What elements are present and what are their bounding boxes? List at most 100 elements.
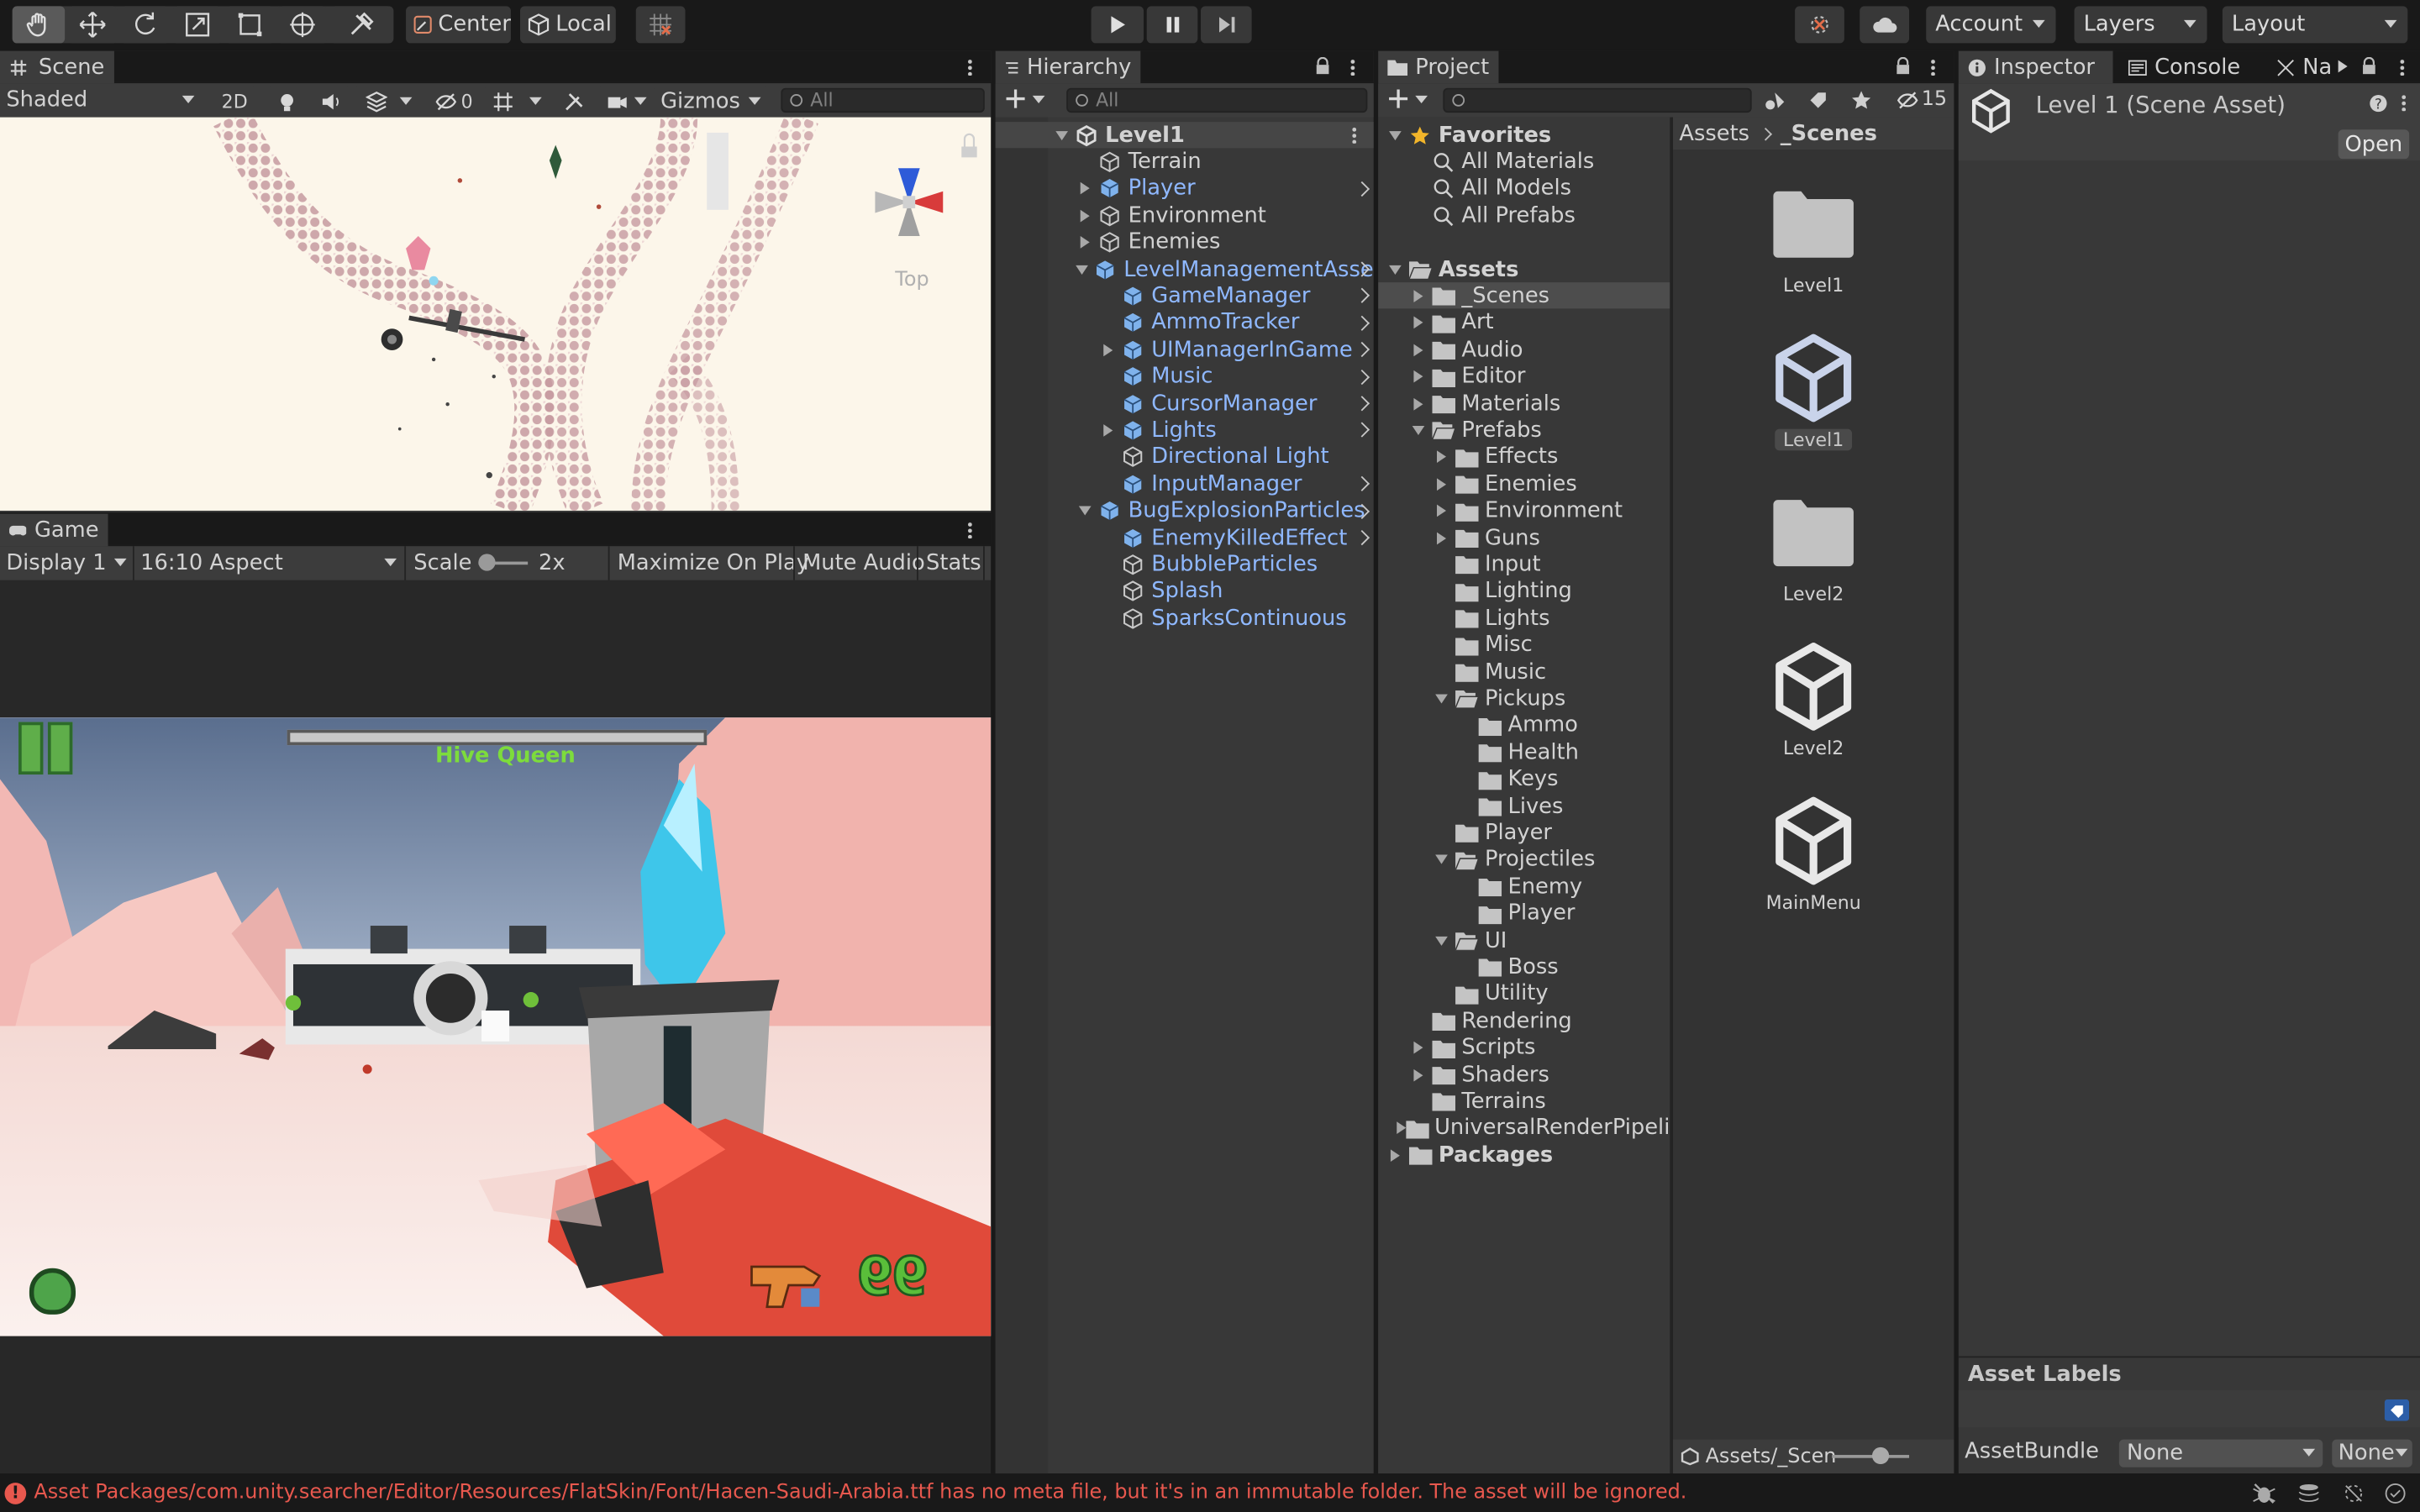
pause-button[interactable] [1146,6,1198,44]
collapse-arrow-icon[interactable] [1407,396,1429,410]
asset-bundle-dropdown[interactable]: None [2118,1439,2323,1467]
debug-icon[interactable] [2252,1483,2276,1504]
icon-size-slider[interactable] [1832,1446,1910,1465]
tab-scene[interactable]: Scene [0,50,114,84]
display-dropdown[interactable]: Display 1 [6,549,129,577]
project-tree-item[interactable]: Prefabs [1378,417,1670,444]
hierarchy-item[interactable]: EnemyKilledEffect [996,524,1374,550]
asset-tile[interactable]: Level2 [1728,638,1898,785]
expand-arrow-icon[interactable] [1431,694,1453,704]
open-prefab-chevron-icon[interactable] [1354,288,1370,304]
hierarchy-item[interactable]: Player [996,176,1374,202]
hidden-objects-toggle[interactable]: 0 [429,86,479,116]
project-tree-item[interactable]: Lights [1378,605,1670,631]
game-menu-icon[interactable] [967,521,973,539]
status-bar[interactable]: ! Asset Packages/com.unity.searcher/Edit… [0,1474,2420,1512]
collab-button[interactable] [1795,6,1844,44]
expand-arrow-icon[interactable] [1071,265,1092,275]
cloud-button[interactable] [1860,6,1910,44]
hierarchy-item[interactable]: AmmoTracker [996,310,1374,336]
hierarchy-item[interactable]: Splash [996,578,1374,604]
lighting-toggle[interactable] [268,86,306,116]
open-prefab-chevron-icon[interactable] [1354,369,1370,385]
project-menu-icon[interactable] [1930,58,1936,76]
layout-dropdown[interactable]: Layout [2222,6,2408,44]
project-tree-item[interactable]: Projectiles [1378,847,1670,873]
asset-tile[interactable]: Level1 [1728,175,1898,323]
project-tree-item[interactable]: Lighting [1378,578,1670,604]
filter-type-icon[interactable] [1764,90,1786,112]
asset-tile[interactable]: MainMenu [1728,791,1898,939]
project-tree-item[interactable]: All Models [1378,176,1670,202]
star-icon[interactable] [1850,90,1872,112]
project-tree-item[interactable]: Misc [1378,632,1670,658]
label-tag-icon[interactable] [1807,90,1829,112]
help-icon[interactable]: ? [2369,94,2387,113]
tab-game[interactable]: Game [0,513,108,547]
lock-icon[interactable] [1313,56,1332,76]
hierarchy-item[interactable]: Environment [996,202,1374,228]
project-tree-item[interactable]: Pickups [1378,685,1670,711]
project-create-button[interactable] [1387,88,1428,110]
project-tree-item[interactable]: Player [1378,820,1670,846]
project-tree-item[interactable]: Scripts [1378,1035,1670,1061]
hierarchy-item[interactable]: Music [996,364,1374,390]
project-tree-item[interactable]: Enemy [1378,874,1670,900]
project-tree-item[interactable]: Guns [1378,524,1670,550]
hierarchy-item[interactable]: UIManagerInGame [996,337,1374,363]
project-tree-item[interactable]: Boss [1378,954,1670,980]
grid-snapping-button[interactable] [635,6,686,44]
project-hidden-toggle[interactable]: 15 [1897,88,1947,111]
step-button[interactable] [1200,6,1252,44]
project-tree-item[interactable]: Shaders [1378,1062,1670,1088]
move-tool-icon[interactable] [67,6,118,44]
aspect-dropdown[interactable]: 16:10 Aspect [140,549,400,577]
expand-arrow-icon[interactable] [1385,130,1407,140]
scene-options-icon[interactable] [1351,126,1357,144]
pivot-center-button[interactable]: Center [406,6,511,44]
tab-console[interactable]: Console [2119,51,2252,84]
hierarchy-item[interactable]: CursorManager [996,391,1374,417]
expand-arrow-icon[interactable] [1431,935,1453,945]
open-button[interactable]: Open [2338,129,2410,160]
hierarchy-item[interactable]: Enemies [996,229,1374,255]
tab-hierarchy[interactable]: Hierarchy [995,50,1141,84]
gizmos-dropdown[interactable]: Gizmos [655,86,767,116]
open-prefab-chevron-icon[interactable] [1354,396,1370,412]
audio-toggle[interactable] [312,86,350,116]
collapse-arrow-icon[interactable] [1074,236,1096,249]
cache-server-icon[interactable] [2296,1483,2321,1504]
project-tree-item[interactable]: Effects [1378,444,1670,470]
open-prefab-chevron-icon[interactable] [1354,476,1370,492]
stats-toggle[interactable]: Stats [926,551,981,575]
tab-project[interactable]: Project [1378,50,1499,84]
progress-check-icon[interactable] [2385,1483,2407,1504]
layers-dropdown[interactable]: Layers [2074,6,2207,44]
expand-arrow-icon[interactable] [1431,855,1453,865]
play-button[interactable] [1091,6,1144,44]
tools-toggle[interactable] [555,86,593,116]
scene-search-input[interactable]: All [781,87,985,113]
project-tree-item[interactable]: Art [1378,310,1670,336]
collapse-arrow-icon[interactable] [1431,531,1453,544]
collapse-arrow-icon[interactable] [1407,317,1429,329]
hierarchy-item[interactable]: SparksContinuous [996,605,1374,631]
asset-variant-dropdown[interactable]: None [2332,1439,2412,1467]
custom-tool-icon[interactable] [330,6,392,44]
project-tree-item[interactable]: UI [1378,927,1670,953]
project-tree-item[interactable]: All Prefabs [1378,202,1670,228]
view-gizmo[interactable] [858,151,960,253]
tab-navigation[interactable]: Na [2267,51,2341,84]
scene-viewport[interactable]: Top [0,117,992,511]
project-tree-item[interactable]: Input [1378,551,1670,577]
hierarchy-item[interactable]: Lights [996,417,1374,444]
project-tree-item[interactable]: _Scenes [1378,282,1670,310]
collapse-arrow-icon[interactable] [1407,1068,1429,1081]
rotate-tool-icon[interactable] [120,6,171,44]
expand-arrow-icon[interactable] [1074,506,1096,516]
project-tree-item[interactable]: Environment [1378,498,1670,524]
hierarchy-item[interactable]: GameManager [996,283,1374,309]
account-dropdown[interactable]: Account [1926,6,2056,44]
asset-tile[interactable]: Level2 [1728,483,1898,631]
collapse-arrow-icon[interactable] [1097,344,1119,356]
